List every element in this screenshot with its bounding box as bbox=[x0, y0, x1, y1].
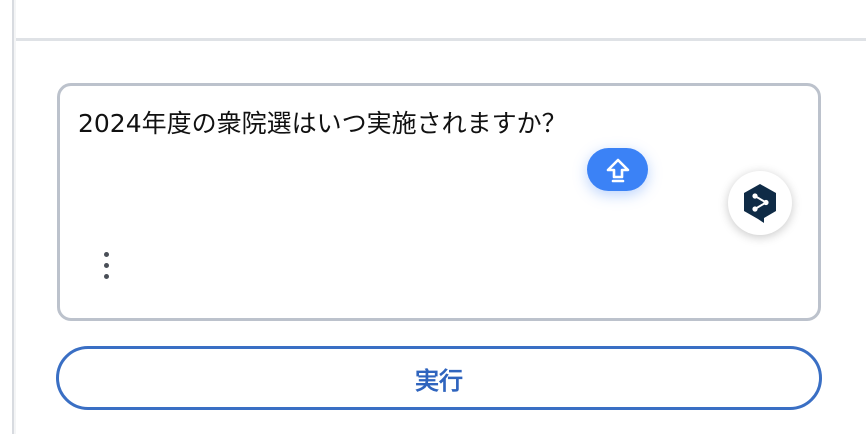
top-panel bbox=[16, 0, 866, 41]
more-vertical-icon[interactable] bbox=[96, 252, 116, 288]
run-button[interactable]: 実行 bbox=[56, 346, 822, 410]
deepl-translate-button[interactable] bbox=[728, 171, 792, 235]
question-text[interactable]: 2024年度の衆院選はいつ実施されますか？ bbox=[78, 106, 800, 142]
question-textarea[interactable]: 2024年度の衆院選はいつ実施されますか？ bbox=[57, 83, 821, 321]
deepl-logo-icon bbox=[744, 184, 776, 223]
upload-button[interactable] bbox=[587, 148, 648, 191]
upload-arrow-icon bbox=[606, 158, 629, 182]
left-border bbox=[0, 0, 14, 434]
